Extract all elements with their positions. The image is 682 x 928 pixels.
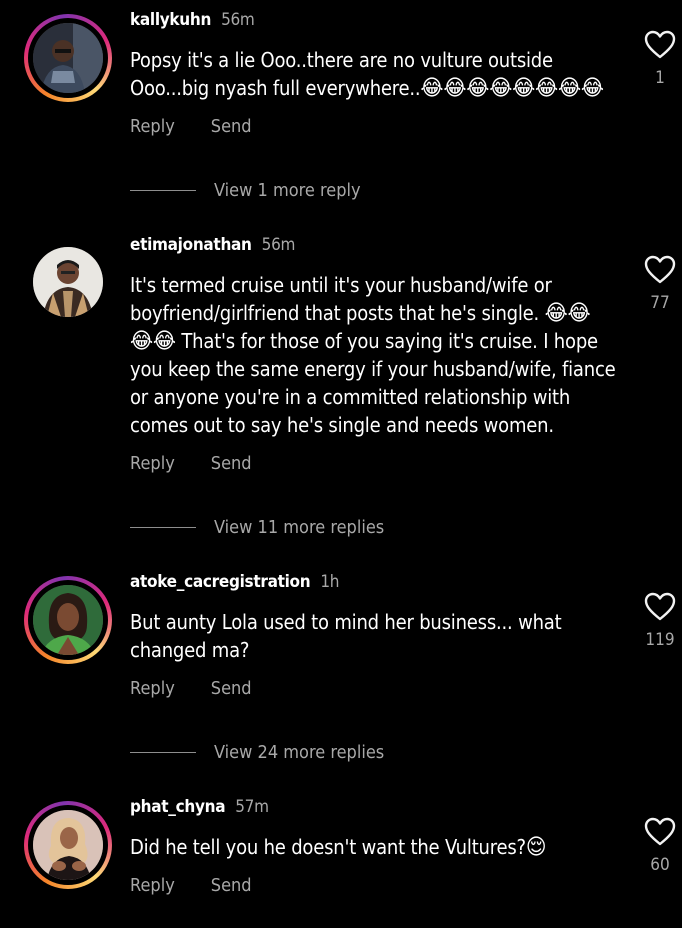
reply-button[interactable]: Reply [130, 116, 175, 137]
heart-icon[interactable] [644, 30, 676, 60]
comment-text: But aunty Lola used to mind her business… [130, 610, 562, 662]
send-button[interactable]: Send [211, 116, 252, 137]
like-button[interactable]: 77 [640, 255, 680, 313]
timestamp: 56m [261, 235, 296, 255]
username[interactable]: phat_chyna 57m [130, 797, 269, 817]
like-button[interactable]: 60 [640, 817, 680, 875]
divider [130, 190, 196, 191]
like-button[interactable]: 1 [640, 30, 680, 88]
like-button[interactable]: 119 [640, 592, 680, 650]
avatar-image [33, 23, 103, 93]
avatar-image [33, 585, 103, 655]
comment-text: It's termed cruise until it's your husba… [130, 273, 616, 437]
emoji: 😂😂 [130, 329, 176, 354]
avatar[interactable] [24, 576, 112, 664]
view-more-replies[interactable]: View 11 more replies [130, 517, 384, 538]
reply-button[interactable]: Reply [130, 678, 175, 699]
send-button[interactable]: Send [211, 678, 252, 699]
timestamp: 57m [235, 797, 269, 817]
divider [130, 527, 196, 528]
username[interactable]: etimajonathan 56m [130, 235, 295, 255]
avatar[interactable] [24, 238, 112, 326]
comment-text: Did he tell you he doesn't want the Vult… [130, 835, 547, 860]
divider [130, 752, 196, 753]
username[interactable]: kallykuhn 56m [130, 10, 255, 30]
comment-text: Popsy it's a lie Ooo..there are no vultu… [130, 48, 604, 101]
like-count: 77 [650, 293, 670, 313]
avatar-image [33, 810, 103, 880]
avatar-image [33, 247, 103, 317]
emoji: 😌 [525, 835, 547, 860]
reply-button[interactable]: Reply [130, 875, 175, 896]
avatar[interactable] [24, 14, 112, 102]
timestamp: 56m [221, 10, 255, 30]
like-count: 60 [650, 855, 670, 875]
heart-icon[interactable] [644, 255, 676, 285]
heart-icon[interactable] [644, 592, 676, 622]
avatar[interactable] [24, 801, 112, 889]
view-more-replies[interactable]: View 24 more replies [130, 742, 384, 763]
like-count: 1 [655, 68, 665, 88]
send-button[interactable]: Send [211, 453, 252, 474]
username[interactable]: atoke_cacregistration 1h [130, 572, 340, 592]
emoji: 😂😂 [544, 301, 591, 326]
emoji: 😂😂😂😂😂😂😂😂 [420, 76, 604, 101]
like-count: 119 [645, 630, 675, 650]
reply-button[interactable]: Reply [130, 453, 175, 474]
view-more-replies[interactable]: View 1 more reply [130, 180, 361, 201]
send-button[interactable]: Send [211, 875, 252, 896]
heart-icon[interactable] [644, 817, 676, 847]
timestamp: 1h [320, 572, 340, 592]
